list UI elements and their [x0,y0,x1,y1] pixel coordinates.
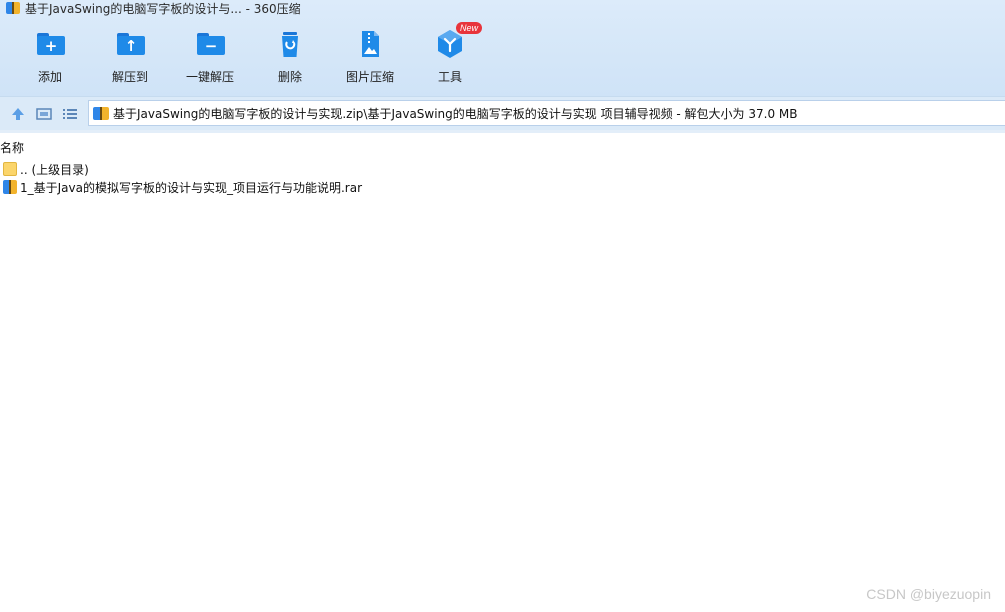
list-item-parent-dir[interactable]: .. (上级目录) [0,160,1005,178]
tools-icon: New [434,22,483,60]
image-compress-icon [354,28,386,60]
delete-label: 删除 [277,70,302,84]
extract-to-icon: ↑ [117,33,145,55]
archive-app-icon [6,2,20,14]
list-item-name: 1_基于Java的模拟写字板的设计与实现_项目运行与功能说明.rar [20,180,363,195]
folder-icon [3,162,17,176]
zip-archive-icon [93,106,109,120]
one-click-extract-icon: − [197,33,225,55]
extract-to-button[interactable]: ↑ 解压到 [90,28,170,88]
rar-archive-icon [3,180,17,194]
delete-button[interactable]: 删除 [250,28,330,88]
add-button[interactable]: + 添加 [10,28,90,88]
address-bar: 基于JavaSwing的电脑写字板的设计与实现.zip\基于JavaSwing的… [0,96,1005,131]
top-ribbon: 基于JavaSwing的电脑写字板的设计与... - 360压缩 + 添加 ↑ … [0,0,1005,96]
window-title: 基于JavaSwing的电脑写字板的设计与... - 360压缩 [25,1,301,16]
header-divider [0,130,1005,133]
watermark: CSDN @biyezuopin [866,586,991,602]
delete-icon [274,28,306,60]
thumbnail-view-button[interactable] [35,105,53,123]
list-item-file[interactable]: 1_基于Java的模拟写字板的设计与实现_项目运行与功能说明.rar [0,178,1005,196]
tools-label: 工具 [437,70,462,84]
tools-button[interactable]: New 工具 [410,22,490,88]
file-list: .. (上级目录) 1_基于Java的模拟写字板的设计与实现_项目运行与功能说明… [0,160,1005,196]
up-level-button[interactable] [9,105,27,123]
one-click-extract-button[interactable]: − 一键解压 [170,28,250,88]
path-field[interactable]: 基于JavaSwing的电脑写字板的设计与实现.zip\基于JavaSwing的… [88,100,1005,126]
list-view-button[interactable] [61,105,79,123]
list-view-icon [63,109,77,119]
image-compress-button[interactable]: 图片压缩 [330,28,410,88]
image-compress-label: 图片压缩 [345,70,394,84]
one-click-extract-label: 一键解压 [185,70,234,84]
list-item-name: .. (上级目录) [20,162,89,177]
add-label: 添加 [37,70,62,84]
column-header-name[interactable]: 名称 [0,139,24,156]
extract-to-label: 解压到 [111,70,148,84]
toolbar: + 添加 ↑ 解压到 − 一键解压 删除 图片压缩 New 工具 [0,22,1005,90]
current-path: 基于JavaSwing的电脑写字板的设计与实现.zip\基于JavaSwing的… [113,106,798,121]
thumbnail-view-icon [36,108,52,120]
new-badge: New [456,22,483,34]
add-icon: + [37,33,65,55]
arrow-up-icon [12,108,24,120]
title-bar: 基于JavaSwing的电脑写字板的设计与... - 360压缩 [0,0,1005,16]
